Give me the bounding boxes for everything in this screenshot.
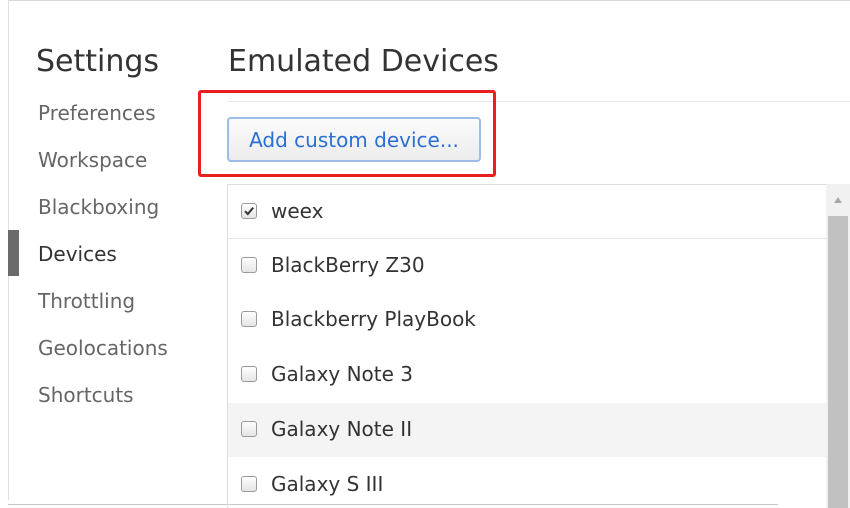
settings-window: Settings Preferences Workspace Blackboxi… [0,0,850,508]
device-label: Galaxy Note 3 [271,362,414,386]
list-item-galaxy-note-ii[interactable]: Galaxy Note II [228,403,827,457]
sidebar-selected-marker [8,230,19,276]
device-label: weex [271,199,324,223]
add-custom-device-button[interactable]: Add custom device... [227,117,481,162]
sidebar-title: Settings [36,44,160,79]
device-checkbox[interactable] [241,421,257,437]
device-checkbox[interactable] [241,476,257,492]
sidebar-item-blackboxing[interactable]: Blackboxing [38,195,159,219]
scroll-up-button[interactable] [826,190,850,212]
device-list-scrollbar[interactable] [826,184,850,508]
device-label: Blackberry PlayBook [271,307,476,331]
device-checkbox[interactable] [241,366,257,382]
device-label: Galaxy Note II [271,417,413,441]
scrollbar-thumb[interactable] [828,216,848,508]
list-item-blackberry-z30[interactable]: BlackBerry Z30 [228,239,827,293]
device-checkbox[interactable] [241,311,257,327]
device-checkbox[interactable] [241,203,257,219]
sidebar-item-throttling[interactable]: Throttling [38,289,135,313]
device-label: BlackBerry Z30 [271,253,425,277]
sidebar-item-shortcuts[interactable]: Shortcuts [38,383,134,407]
sidebar-item-workspace[interactable]: Workspace [38,148,147,172]
list-item-blackberry-playbook[interactable]: Blackberry PlayBook [228,293,827,347]
list-item-galaxy-s-iii[interactable]: Galaxy S III [228,458,827,508]
list-item-galaxy-note-3[interactable]: Galaxy Note 3 [228,348,827,402]
list-item-weex[interactable]: weex [228,185,827,239]
device-checkbox[interactable] [241,257,257,273]
page-title: Emulated Devices [228,44,499,79]
device-list: weex BlackBerry Z30 Blackberry PlayBook … [227,184,827,508]
device-label: Galaxy S III [271,472,384,496]
window-top-border [8,0,850,1]
sidebar-item-geolocations[interactable]: Geolocations [38,336,168,360]
arrow-up-icon [834,197,842,203]
sidebar-item-devices[interactable]: Devices [38,242,117,266]
check-icon [244,206,254,216]
sidebar-item-preferences[interactable]: Preferences [38,101,156,125]
